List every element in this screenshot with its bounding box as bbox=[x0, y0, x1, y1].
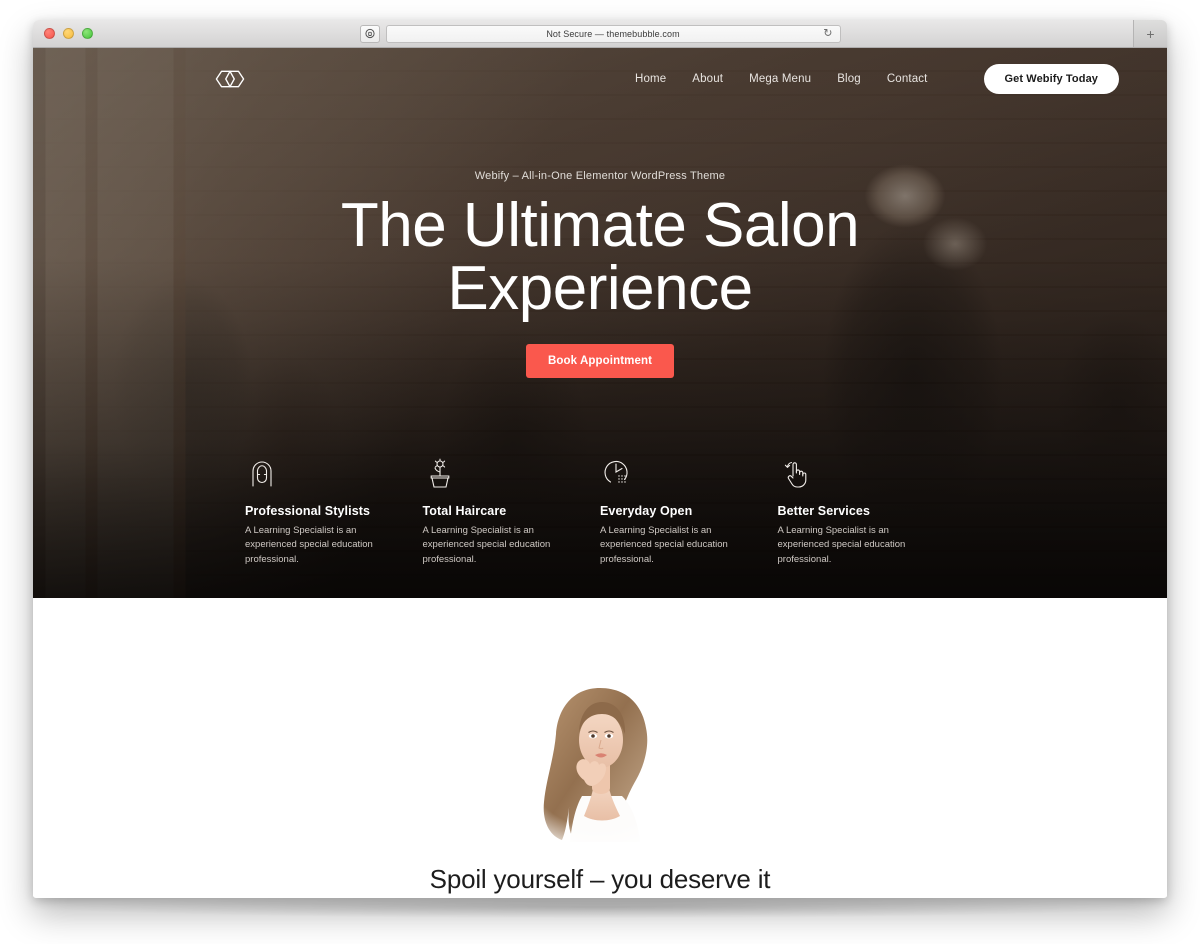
nav-item-blog[interactable]: Blog bbox=[837, 73, 861, 85]
hero-section: Home About Mega Menu Blog Contact Get We… bbox=[33, 48, 1167, 598]
browser-window: Not Secure — themebubble.com ↻ + Home Ab… bbox=[33, 20, 1167, 898]
woman-hair-icon bbox=[252, 461, 272, 487]
nav-item-mega-menu[interactable]: Mega Menu bbox=[749, 73, 811, 85]
feature-title: Better Services bbox=[777, 504, 871, 518]
feature-strip: Professional Stylists A Learning Special… bbox=[33, 456, 1167, 567]
browser-toolbar: Not Secure — themebubble.com ↻ + bbox=[33, 20, 1167, 48]
nav-item-contact[interactable]: Contact bbox=[887, 73, 928, 85]
woman-long-hair-portrait bbox=[510, 676, 690, 848]
feature-title: Total Haircare bbox=[422, 504, 507, 518]
webify-logo[interactable] bbox=[213, 66, 247, 92]
new-tab-button[interactable]: + bbox=[1133, 20, 1167, 47]
feature-description: A Learning Specialist is an experienced … bbox=[245, 525, 373, 565]
shield-lock-icon bbox=[364, 28, 375, 39]
zoom-window-button[interactable] bbox=[82, 28, 93, 39]
site-navigation: Home About Mega Menu Blog Contact Get We… bbox=[33, 56, 1167, 102]
address-bar[interactable]: Not Secure — themebubble.com ↻ bbox=[385, 24, 841, 43]
feature-everyday-open: Everyday Open A Learning Specialist is a… bbox=[600, 456, 778, 567]
feature-better-services: Better Services A Learning Specialist is… bbox=[778, 456, 956, 567]
feature-total-haircare: Total Haircare A Learning Specialist is … bbox=[423, 456, 601, 567]
book-appointment-button[interactable]: Book Appointment bbox=[525, 344, 675, 379]
window-drop-shadow bbox=[60, 896, 1140, 918]
page-viewport: Home About Mega Menu Blog Contact Get We… bbox=[33, 48, 1167, 897]
nav-item-about[interactable]: About bbox=[692, 73, 723, 85]
feature-professional-stylists: Professional Stylists A Learning Special… bbox=[245, 456, 423, 567]
close-window-button[interactable] bbox=[44, 28, 55, 39]
hand-refresh-icon bbox=[784, 461, 806, 488]
potted-flower-icon bbox=[430, 458, 449, 488]
hero-title-line-2: Experience bbox=[447, 254, 753, 324]
hero-copy-block: Webify – All-in-One Elementor WordPress … bbox=[33, 170, 1167, 379]
hero-eyebrow-text: Webify – All-in-One Elementor WordPress … bbox=[474, 170, 726, 182]
reload-icon[interactable]: ↻ bbox=[823, 28, 832, 39]
feature-title: Everyday Open bbox=[600, 504, 693, 518]
get-webify-today-button[interactable]: Get Webify Today bbox=[983, 64, 1119, 94]
hero-title-line-1: The Ultimate Salon bbox=[340, 191, 860, 260]
feature-title: Professional Stylists bbox=[245, 504, 371, 518]
site-security-icon[interactable] bbox=[359, 24, 380, 43]
hero-content: Home About Mega Menu Blog Contact Get We… bbox=[33, 48, 1167, 598]
nav-menu: Home About Mega Menu Blog Contact Get We… bbox=[635, 64, 1119, 94]
nav-item-home[interactable]: Home bbox=[635, 73, 666, 85]
toolbar-center-group: Not Secure — themebubble.com ↻ bbox=[33, 24, 1167, 43]
minimize-window-button[interactable] bbox=[63, 28, 74, 39]
feature-description: A Learning Specialist is an experienced … bbox=[422, 525, 551, 565]
feature-description: A Learning Specialist is an experienced … bbox=[777, 525, 906, 565]
clock-icon bbox=[604, 460, 628, 483]
showcase-section: Spoil yourself – you deserve it bbox=[33, 598, 1167, 897]
showcase-heading: Spoil yourself – you deserve it bbox=[429, 864, 771, 894]
address-bar-text: Not Secure — themebubble.com bbox=[546, 28, 680, 39]
window-traffic-lights bbox=[44, 28, 93, 39]
feature-description: A Learning Specialist is an experienced … bbox=[600, 525, 728, 565]
page-title: The Ultimate Salon Experience bbox=[290, 194, 910, 320]
desktop-backdrop: Not Secure — themebubble.com ↻ + Home Ab… bbox=[0, 0, 1200, 944]
